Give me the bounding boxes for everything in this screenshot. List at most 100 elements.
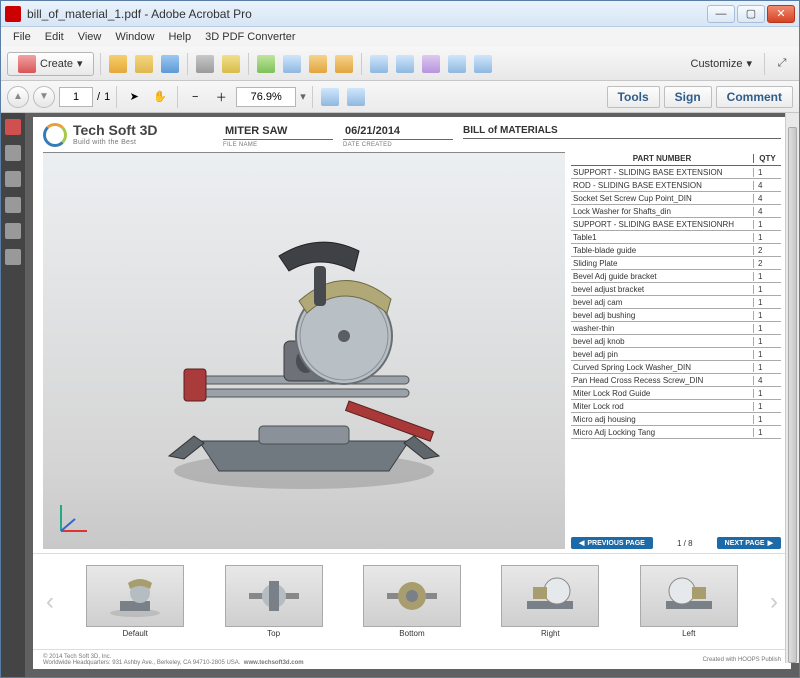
thumbs-prev-button[interactable]: ‹ (41, 567, 59, 637)
qty-cell: 1 (753, 233, 781, 242)
thumbnails-panel-icon[interactable] (5, 119, 21, 135)
table-row[interactable]: washer-thin1 (571, 322, 781, 335)
table-row[interactable]: Socket Set Screw Cup Point_DIN4 (571, 192, 781, 205)
menubar: File Edit View Window Help 3D PDF Conver… (1, 27, 799, 47)
tool-a-button[interactable] (255, 53, 277, 75)
hand-tool-button[interactable]: ✋ (149, 86, 171, 108)
menu-3d-pdf-converter[interactable]: 3D PDF Converter (199, 31, 301, 43)
page-down-button[interactable]: ▼ (33, 86, 55, 108)
separator (177, 86, 178, 108)
vertical-scrollbar[interactable] (785, 113, 799, 663)
bookmarks-panel-icon[interactable] (5, 171, 21, 187)
view-thumb-left[interactable]: Left (640, 565, 738, 638)
tool-f-button[interactable] (394, 53, 416, 75)
print-button[interactable] (194, 53, 216, 75)
maximize-button[interactable]: ▢ (737, 5, 765, 23)
thumbs-next-button[interactable]: › (765, 567, 783, 637)
menu-view[interactable]: View (72, 31, 108, 43)
table-row[interactable]: Pan Head Cross Recess Screw_DIN4 (571, 374, 781, 387)
fit-width-button[interactable] (345, 86, 367, 108)
view-thumb-right[interactable]: Right (501, 565, 599, 638)
table-row[interactable]: Curved Spring Lock Washer_DIN1 (571, 361, 781, 374)
window-title: bill_of_material_1.pdf - Adobe Acrobat P… (27, 7, 707, 21)
fit-page-button[interactable] (319, 86, 341, 108)
view-thumb-default[interactable]: Default (86, 565, 184, 638)
part-cell: washer-thin (571, 324, 753, 333)
table-row[interactable]: Lock Washer for Shafts_din4 (571, 205, 781, 218)
table-row[interactable]: Miter Lock Rod Guide1 (571, 387, 781, 400)
expand-button[interactable]: ⤢ (771, 53, 793, 75)
page-number-input[interactable] (59, 87, 93, 107)
dropdown-arrow-icon[interactable]: ▾ (300, 90, 306, 103)
table-row[interactable]: Table-blade guide2 (571, 244, 781, 257)
menu-help[interactable]: Help (162, 31, 197, 43)
tool-i-button[interactable] (472, 53, 494, 75)
email-button[interactable] (220, 53, 242, 75)
signatures-panel-icon[interactable] (5, 223, 21, 239)
table-row[interactable]: Micro adj housing1 (571, 413, 781, 426)
table-row[interactable]: Micro Adj Locking Tang1 (571, 426, 781, 439)
tool-h-button[interactable] (446, 53, 468, 75)
table-row[interactable]: bevel adj bushing1 (571, 309, 781, 322)
qty-cell: 1 (753, 220, 781, 229)
tab-tools[interactable]: Tools (607, 86, 660, 108)
qty-cell: 1 (753, 298, 781, 307)
pages-panel-icon[interactable] (5, 145, 21, 161)
qty-cell: 1 (753, 350, 781, 359)
table-row[interactable]: bevel adjust bracket1 (571, 283, 781, 296)
qty-cell: 1 (753, 272, 781, 281)
fit-width-icon (347, 88, 365, 106)
qty-cell: 1 (753, 324, 781, 333)
view-thumb-top[interactable]: Top (225, 565, 323, 638)
part-cell: Table1 (571, 233, 753, 242)
table-row[interactable]: bevel adj knob1 (571, 335, 781, 348)
menu-file[interactable]: File (7, 31, 37, 43)
tool-e-icon (370, 55, 388, 73)
zoom-in-button[interactable]: ＋ (210, 86, 232, 108)
next-page-label: NEXT PAGE (725, 540, 765, 547)
prev-page-button[interactable]: ◀PREVIOUS PAGE (571, 537, 653, 549)
table-row[interactable]: ROD - SLIDING BASE EXTENSION4 (571, 179, 781, 192)
3d-viewer[interactable] (43, 152, 565, 549)
chevron-left-icon: ◀ (579, 539, 584, 547)
customize-button[interactable]: Customize▾ (685, 57, 759, 70)
tool-e-button[interactable] (368, 53, 390, 75)
tab-comment[interactable]: Comment (716, 86, 793, 108)
layers-panel-icon[interactable] (5, 249, 21, 265)
table-row[interactable]: Table11 (571, 231, 781, 244)
select-tool-button[interactable]: ➤ (123, 86, 145, 108)
zoom-out-button[interactable]: − (184, 86, 206, 108)
minimize-button[interactable]: — (707, 5, 735, 23)
tool-d-button[interactable] (333, 53, 355, 75)
titlebar[interactable]: bill_of_material_1.pdf - Adobe Acrobat P… (1, 1, 799, 27)
open-button[interactable] (107, 53, 129, 75)
table-row[interactable]: Sliding Plate2 (571, 257, 781, 270)
menu-window[interactable]: Window (109, 31, 160, 43)
tool-g-button[interactable] (420, 53, 442, 75)
expand-icon: ⤢ (778, 57, 787, 70)
attachments-panel-icon[interactable] (5, 197, 21, 213)
folder-button[interactable] (133, 53, 155, 75)
part-cell: SUPPORT - SLIDING BASE EXTENSION (571, 168, 753, 177)
table-row[interactable]: Miter Lock rod1 (571, 400, 781, 413)
zoom-input[interactable] (236, 87, 296, 107)
separator (116, 86, 117, 108)
table-row[interactable]: SUPPORT - SLIDING BASE EXTENSION1 (571, 166, 781, 179)
table-row[interactable]: bevel adj pin1 (571, 348, 781, 361)
save-button[interactable] (159, 53, 181, 75)
table-row[interactable]: bevel adj cam1 (571, 296, 781, 309)
tab-sign[interactable]: Sign (664, 86, 712, 108)
table-row[interactable]: SUPPORT - SLIDING BASE EXTENSIONRH1 (571, 218, 781, 231)
view-thumb-bottom[interactable]: Bottom (363, 565, 461, 638)
tool-c-icon (309, 55, 327, 73)
table-row[interactable]: Bevel Adj guide bracket1 (571, 270, 781, 283)
next-page-button[interactable]: NEXT PAGE▶ (717, 537, 781, 549)
qty-cell: 1 (753, 428, 781, 437)
tool-c-button[interactable] (307, 53, 329, 75)
page-up-button[interactable]: ▲ (7, 86, 29, 108)
menu-edit[interactable]: Edit (39, 31, 70, 43)
footer-url: www.techsoft3d.com (244, 660, 304, 666)
tool-b-button[interactable] (281, 53, 303, 75)
create-button[interactable]: Create ▾ (7, 52, 94, 76)
close-button[interactable]: ✕ (767, 5, 795, 23)
